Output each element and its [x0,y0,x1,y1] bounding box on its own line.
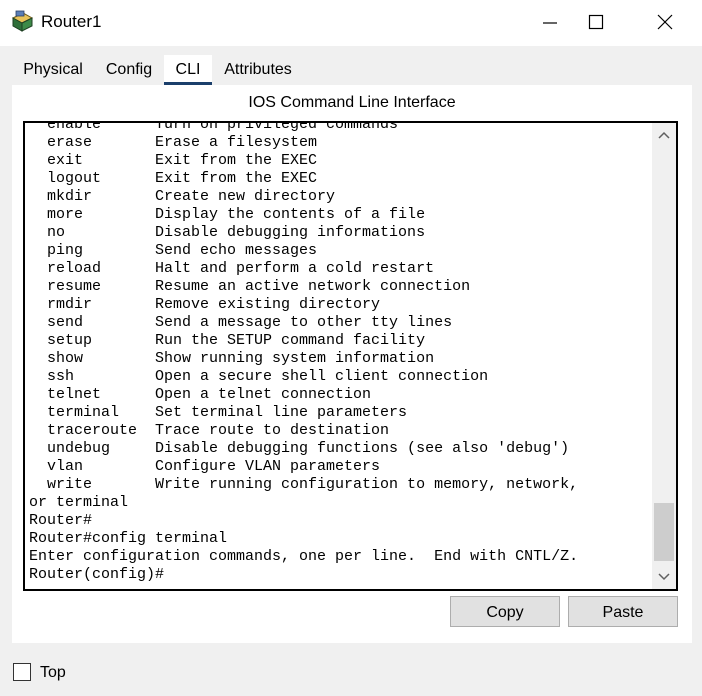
router-device-icon [10,10,34,34]
scroll-thumb[interactable] [654,503,674,561]
bottom-bar: Top [0,652,702,696]
minimize-button[interactable] [527,0,573,46]
tab-attributes[interactable]: Attributes [214,55,302,85]
close-icon [657,14,673,30]
tab-bar: Physical Config CLI Attributes [12,55,692,85]
chevron-up-icon [658,131,670,139]
chevron-down-icon [658,573,670,581]
paste-button[interactable]: Paste [568,596,678,627]
maximize-button[interactable] [573,0,619,46]
minimize-icon [543,22,557,24]
scroll-down-button[interactable] [652,565,676,589]
cli-panel: IOS Command Line Interface enable Turn o… [12,85,692,643]
scroll-up-button[interactable] [652,123,676,147]
tab-physical[interactable]: Physical [12,55,94,85]
terminal-output[interactable]: enable Turn on privileged commands erase… [29,123,649,584]
copy-button[interactable]: Copy [450,596,560,627]
maximize-icon [588,14,604,30]
cli-terminal[interactable]: enable Turn on privileged commands erase… [23,121,678,591]
window-title: Router1 [41,12,102,31]
top-checkbox-label: Top [40,664,66,681]
title-bar: Router1 [0,0,702,46]
tab-cli[interactable]: CLI [164,55,212,85]
tab-config[interactable]: Config [96,55,162,85]
terminal-scrollbar[interactable] [652,123,676,589]
tab-cli-label: CLI [175,61,201,78]
cli-heading: IOS Command Line Interface [248,94,456,111]
close-button[interactable] [642,0,688,46]
top-checkbox[interactable] [13,663,31,681]
